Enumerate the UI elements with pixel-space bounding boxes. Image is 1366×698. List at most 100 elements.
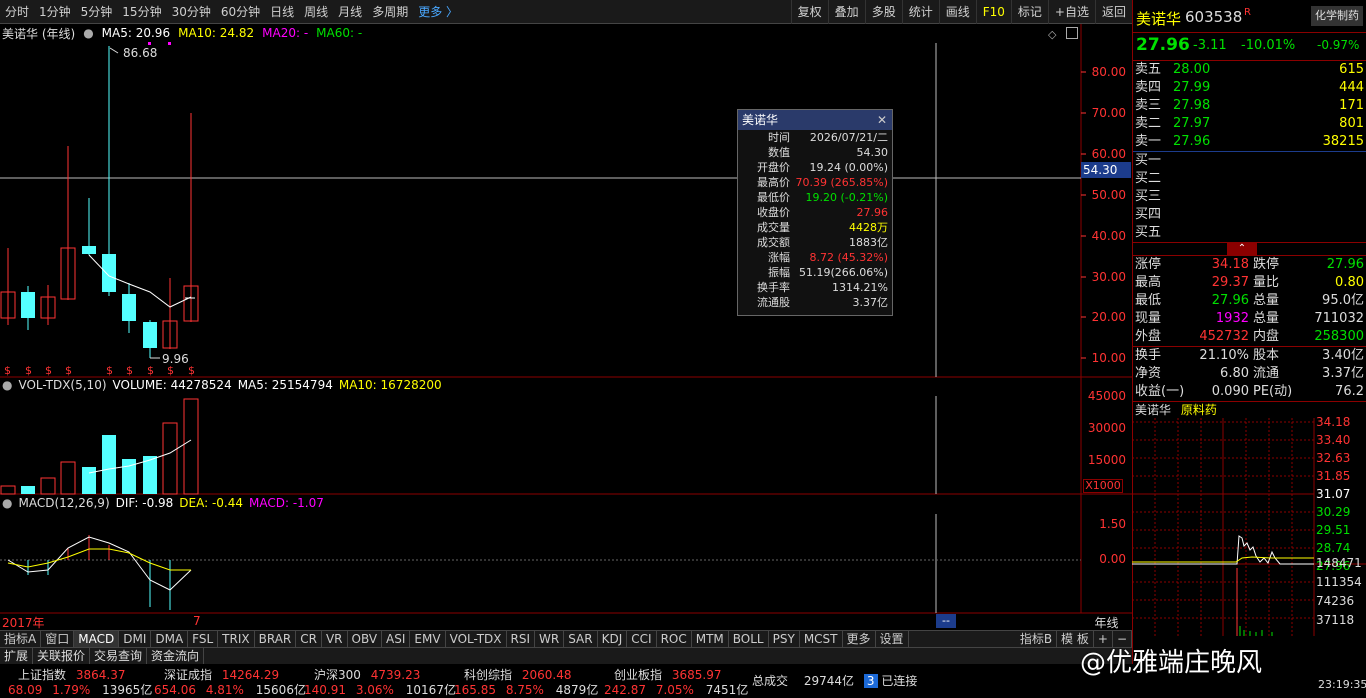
stock-name: 美诺华: [1136, 10, 1182, 28]
indicator-tab-5[interactable]: FSL: [188, 631, 219, 647]
bid-row[interactable]: 买三: [1133, 188, 1366, 206]
stat2-row: 收益(一) 0.090 PE(动) 76.2: [1133, 383, 1366, 401]
indicator-tab-9[interactable]: VR: [322, 631, 348, 647]
indicator-tab-15[interactable]: WR: [535, 631, 565, 647]
indicator-tab-1[interactable]: 窗口: [41, 631, 75, 647]
ask-row[interactable]: 卖一 27.96 38215: [1133, 133, 1366, 151]
stat2-row: 净资 6.80 流通 3.37亿: [1133, 365, 1366, 383]
svg-text:$: $: [4, 364, 11, 377]
kline-y-label: 30.00: [1091, 270, 1126, 284]
indicator-tab-12[interactable]: EMV: [410, 631, 446, 647]
svg-text:$: $: [167, 364, 174, 377]
svg-text:$: $: [188, 364, 195, 377]
stat-key: 涨停: [1135, 257, 1162, 272]
index-value: 2060.48: [521, 668, 572, 682]
stats-block: 涨停 34.18 跌停 27.96 最高 29.37 量比 0.80 最低 27.96 总量 95.0…: [1133, 256, 1366, 347]
tooltip-row: 成交额 1883亿: [738, 235, 892, 250]
index-detail: 242.87 7.05% 7451亿: [604, 681, 748, 698]
indicator-tab-11[interactable]: ASI: [382, 631, 411, 647]
indicator-tab-6[interactable]: TRIX: [218, 631, 255, 647]
indicator-tab-10[interactable]: OBV: [348, 631, 383, 647]
indicator-tab-13[interactable]: VOL-TDX: [446, 631, 507, 647]
bid-row[interactable]: 买五: [1133, 224, 1366, 242]
index-change: 68.09: [8, 683, 43, 697]
stat-value: 711032: [1314, 311, 1364, 326]
tooltip-value: 51.19(266.06%): [798, 266, 888, 279]
indicator-tab-7[interactable]: BRAR: [255, 631, 297, 647]
clock: 23:19:35: [1318, 678, 1366, 691]
ask-row[interactable]: 卖四 27.99 444: [1133, 79, 1366, 97]
price-change-pct: -10.01%: [1241, 38, 1296, 53]
index-detail: 68.09 1.79% 13965亿: [8, 681, 152, 698]
mini-vol-label: 148471: [1316, 556, 1362, 570]
indicator-tab-16[interactable]: SAR: [564, 631, 598, 647]
bid-label: 买二: [1135, 171, 1162, 186]
bid-row[interactable]: 买二: [1133, 170, 1366, 188]
indicator-right-0[interactable]: 指标B: [1016, 631, 1058, 647]
tooltip-key: 成交额: [757, 236, 790, 249]
ask-volume: 171: [1339, 98, 1364, 113]
main-chart[interactable]: 86.68 9.96 $ $ $ $ $ $ $ $ $: [0, 0, 1132, 630]
period-label[interactable]: 年线: [1082, 614, 1131, 631]
indicator-tab-4[interactable]: DMA: [151, 631, 189, 647]
stat-key: 换手: [1135, 348, 1162, 363]
indicator-tab-20[interactable]: MTM: [692, 631, 729, 647]
tooltip-row: 涨幅 8.72 (45.32%): [738, 250, 892, 265]
indicator-tab-0[interactable]: 指标A: [0, 631, 42, 647]
indicator-tab-18[interactable]: CCI: [627, 631, 657, 647]
mini-price-label: 33.40: [1316, 433, 1351, 447]
connection-count: 3: [863, 674, 878, 688]
total-label: 总成交: [752, 674, 789, 688]
data-tooltip: 美诺华 ✕ 时间 2026/07/21/二 数值 54.30 开盘价 19.24 (0.0…: [737, 109, 893, 316]
indicator-tab-3[interactable]: DMI: [119, 631, 152, 647]
indicator-tab-24[interactable]: 更多: [843, 631, 876, 647]
mini-price-label: 30.29: [1316, 505, 1351, 519]
stat-key: 跌停: [1253, 257, 1280, 272]
indicator-tab-14[interactable]: RSI: [507, 631, 536, 647]
x-axis-start: 2017年: [2, 616, 45, 630]
tooltip-value: 4428万: [849, 221, 888, 234]
indicator-tab-2[interactable]: MACD: [74, 631, 120, 647]
tooltip-value: 1314.21%: [832, 281, 888, 294]
index-detail: 140.91 3.06% 10167亿: [304, 681, 456, 698]
ask-label: 卖二: [1135, 116, 1162, 131]
tooltip-value: 19.20 (-0.21%): [805, 191, 888, 204]
vol-y-label: 15000: [1087, 453, 1126, 467]
expand-up-icon[interactable]: ⌃: [1227, 243, 1257, 255]
indicator-tab-19[interactable]: ROC: [657, 631, 692, 647]
indicator-tab-21[interactable]: BOLL: [729, 631, 769, 647]
stat-key: 量比: [1253, 275, 1280, 290]
tooltip-title-text: 美诺华: [742, 113, 779, 127]
index-pct: 7.05%: [655, 683, 694, 697]
close-icon[interactable]: ✕: [877, 110, 887, 130]
ask-row[interactable]: 卖二 27.97 801: [1133, 115, 1366, 133]
indicator-tab-8[interactable]: CR: [296, 631, 322, 647]
svg-text:$: $: [147, 364, 154, 377]
tooltip-value: 2026/07/21/二: [809, 131, 888, 144]
macd-value: MACD: -1.07: [249, 496, 324, 510]
sector-badge[interactable]: 化学制药: [1311, 6, 1363, 26]
ask-label: 卖三: [1135, 98, 1162, 113]
index-amount: 13965亿: [102, 683, 153, 697]
total-turnover: 总成交 29744亿 3 已连接: [752, 672, 917, 689]
indicator-tab-22[interactable]: PSY: [769, 631, 800, 647]
bottom-tab-0[interactable]: 扩展: [0, 648, 34, 664]
bid-label: 买五: [1135, 225, 1162, 240]
indicator-tab-17[interactable]: KDJ: [598, 631, 628, 647]
macd-header: ● MACD(12,26,9) DIF: -0.98 DEA: -0.44 MA…: [2, 496, 324, 510]
tooltip-value: 3.37亿: [852, 296, 889, 309]
indicator-tab-23[interactable]: MCST: [800, 631, 843, 647]
bottom-tab-1[interactable]: 关联报价: [33, 648, 91, 664]
bid-row[interactable]: 买一: [1133, 152, 1366, 170]
mini-price-label: 29.51: [1316, 523, 1351, 537]
ask-row[interactable]: 卖三 27.98 171: [1133, 97, 1366, 115]
watermark: @优雅端庄晚风: [1080, 648, 1263, 678]
indicator-tab-25[interactable]: 设置: [876, 631, 909, 647]
bottom-tab-2[interactable]: 交易查询: [90, 648, 148, 664]
ask-row[interactable]: 卖五 28.00 615: [1133, 61, 1366, 79]
vol-ma5: MA5: 25154794: [237, 378, 333, 392]
bid-row[interactable]: 买四: [1133, 206, 1366, 224]
macd-dif: DIF: -0.98: [115, 496, 174, 510]
macd-y-label: 1.50: [1099, 517, 1126, 531]
bottom-tab-3[interactable]: 资金流向: [147, 648, 205, 664]
